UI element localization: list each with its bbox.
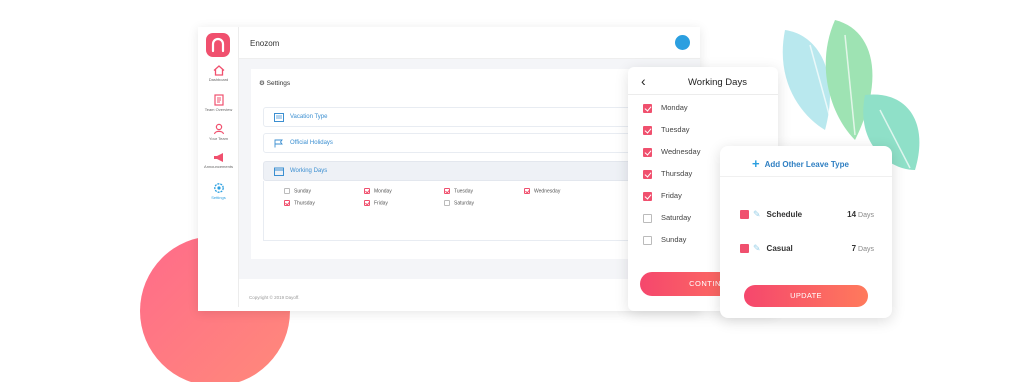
sidebar-item-dashboard[interactable]: Dashboard [198,65,239,93]
checkbox[interactable] [643,125,652,135]
checkbox[interactable] [284,188,290,194]
day-option-sunday[interactable]: Sunday [643,235,686,245]
add-leave-type-button[interactable]: + Add Other Leave Type [752,156,849,171]
top-bar: Enozom [239,27,700,59]
settings-row-label: Vacation Type [290,114,328,120]
megaphone-icon [213,153,223,162]
checkbox[interactable] [364,188,370,194]
checkbox[interactable] [643,235,652,245]
day-option-tuesday[interactable]: Tuesday [643,125,690,135]
sidebar: Dashboard Team Overview Your Team Announ… [198,27,239,307]
checkbox[interactable] [740,210,749,219]
divider [628,94,778,95]
home-icon [213,65,224,76]
settings-row-label: Official Holidays [290,140,333,146]
list-icon [274,113,284,122]
settings-row-working-days[interactable]: Working Days [263,161,639,181]
settings-row-official-holidays[interactable]: Official Holidays [263,133,639,153]
checkbox[interactable] [444,200,450,206]
working-days-grid: Sunday Monday Tuesday Wednesday Thursday… [263,181,639,241]
sidebar-item-label: Announcements [204,164,233,169]
leave-type-row[interactable]: ✎ Casual 7 Days [740,243,880,257]
day-option-saturday[interactable]: Saturday [643,213,691,223]
app-window: Dashboard Team Overview Your Team Announ… [198,27,700,311]
day-checkbox-friday[interactable]: Friday [364,200,388,206]
sidebar-item-your-team[interactable]: Your Team [198,123,239,151]
checkbox[interactable] [643,147,652,157]
checkbox[interactable] [643,103,652,113]
checkbox[interactable] [364,200,370,206]
sidebar-item-label: Team Overview [204,107,233,112]
pencil-icon[interactable]: ✎ [753,243,761,254]
calendar-icon [274,167,284,176]
day-checkbox-saturday[interactable]: Saturday [444,200,474,206]
app-logo[interactable] [206,33,230,57]
divider [720,176,892,177]
day-option-wednesday[interactable]: Wednesday [643,147,700,157]
checkbox[interactable] [740,244,749,253]
back-arrow-icon[interactable]: ‹ [641,73,646,89]
day-option-thursday[interactable]: Thursday [643,169,692,179]
plus-icon: + [752,156,760,171]
day-checkbox-sunday[interactable]: Sunday [284,188,311,194]
gear-icon [213,183,224,193]
checkbox[interactable] [643,191,652,201]
day-checkbox-wednesday[interactable]: Wednesday [524,188,560,194]
sidebar-item-team-overview[interactable]: Team Overview [198,94,239,122]
users-icon [213,123,224,135]
day-checkbox-tuesday[interactable]: Tuesday [444,188,473,194]
sidebar-item-label: Your Team [209,136,228,141]
company-name: Enozom [250,39,280,48]
update-button[interactable]: UPDATE [744,285,868,307]
day-option-monday[interactable]: Monday [643,103,688,113]
sidebar-item-settings[interactable]: Settings [198,182,239,210]
page-title: ⚙ Settings [259,80,291,87]
day-checkbox-thursday[interactable]: Thursday [284,200,315,206]
leave-types-card: + Add Other Leave Type ✎ Schedule 14 Days ✎… [720,146,892,318]
avatar[interactable] [675,35,690,50]
sidebar-item-label: Dashboard [208,77,229,82]
checkbox[interactable] [643,169,652,179]
panel-title: Working Days [688,77,747,88]
day-option-friday[interactable]: Friday [643,191,682,201]
settings-card: ⚙ Settings Vacation Type Official Holida… [251,69,651,259]
sidebar-item-announcements[interactable]: Announcements [198,152,239,180]
copyright-text: Copyright © 2019 Dayoff. [249,295,300,300]
pencil-icon[interactable]: ✎ [753,209,761,220]
sidebar-item-label: Settings [211,195,226,200]
settings-row-vacation-type[interactable]: Vacation Type [263,107,639,127]
checkbox[interactable] [284,200,290,206]
checkbox[interactable] [524,188,530,194]
document-icon [213,94,224,106]
settings-row-label: Working Days [290,168,328,174]
flag-icon [274,139,283,148]
leave-type-row[interactable]: ✎ Schedule 14 Days [740,209,880,223]
checkbox[interactable] [643,213,652,223]
checkbox[interactable] [444,188,450,194]
day-checkbox-monday[interactable]: Monday [364,188,392,194]
